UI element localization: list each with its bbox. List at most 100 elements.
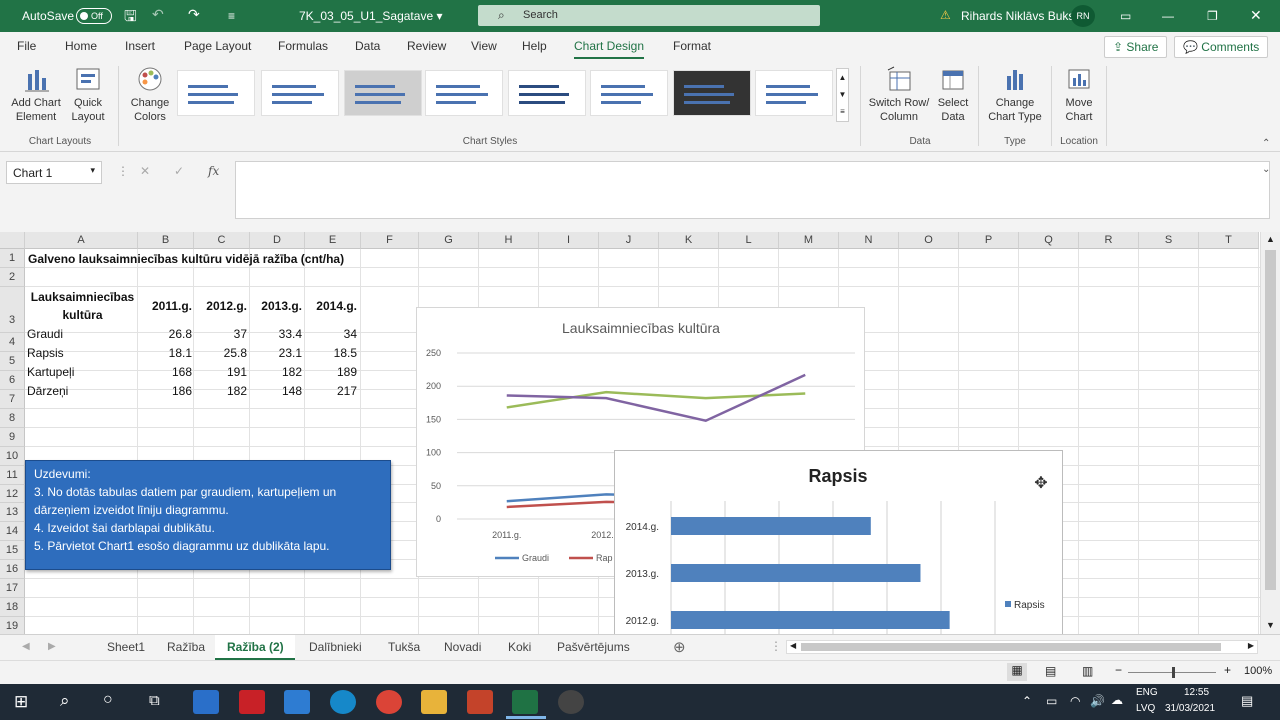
- column-header-e[interactable]: E: [305, 232, 361, 249]
- sheet-tab-tuksa[interactable]: Tukša: [388, 640, 420, 654]
- lang-primary[interactable]: ENG: [1136, 687, 1158, 698]
- chart-style-1[interactable]: [177, 70, 255, 116]
- share-button[interactable]: ⇪ Share: [1104, 36, 1168, 58]
- row-header-6[interactable]: 6: [0, 371, 25, 390]
- sheet-tab-pasvertejums[interactable]: Pašvērtējums: [557, 640, 630, 654]
- select-data-button[interactable]: Select Data: [934, 66, 972, 124]
- task-textbox[interactable]: Uzdevumi: 3. No dotās tabulas datiem par…: [25, 460, 391, 570]
- customize-qat-icon[interactable]: ≡: [228, 9, 235, 23]
- menu-data[interactable]: Data: [355, 39, 380, 53]
- tray-onedrive-icon[interactable]: ☁: [1111, 693, 1123, 707]
- row-header-1[interactable]: 1: [0, 249, 25, 268]
- row-header-3[interactable]: 3: [0, 287, 25, 333]
- prev-sheet-icon[interactable]: ◀: [22, 641, 30, 652]
- cell-a5[interactable]: Rapsis: [27, 346, 64, 360]
- row-header-13[interactable]: 13: [0, 503, 25, 522]
- cell-a3-header-line1[interactable]: Lauksaimniecības: [27, 290, 138, 304]
- add-chart-element-button[interactable]: Add Chart Element: [6, 66, 66, 124]
- sheet-tab-sheet1[interactable]: Sheet1: [107, 640, 145, 654]
- switch-row-column-button[interactable]: Switch Row/ Column: [866, 66, 932, 124]
- column-header-r[interactable]: R: [1079, 232, 1139, 249]
- row-header-2[interactable]: 2: [0, 268, 25, 287]
- cell-c5[interactable]: 25.8: [193, 346, 247, 360]
- zoom-out-icon[interactable]: −: [1115, 663, 1122, 677]
- chart-style-2[interactable]: [261, 70, 339, 116]
- menu-help[interactable]: Help: [522, 39, 547, 53]
- row-header-17[interactable]: 17: [0, 579, 25, 598]
- enter-icon[interactable]: ✓: [174, 164, 184, 178]
- ribbon-display-icon[interactable]: ▭: [1120, 9, 1131, 23]
- menu-chart-design[interactable]: Chart Design: [574, 39, 645, 59]
- cell-a6[interactable]: Kartupeļi: [27, 365, 74, 379]
- cancel-icon[interactable]: ✕: [140, 164, 150, 178]
- cell-d5[interactable]: 23.1: [248, 346, 302, 360]
- cell-c3-header[interactable]: 2012.g.: [195, 299, 247, 313]
- search-input[interactable]: ⌕ Search: [478, 5, 820, 26]
- save-icon[interactable]: 🖫: [124, 6, 137, 31]
- cell-a4[interactable]: Graudi: [27, 327, 63, 341]
- store-icon[interactable]: [284, 690, 310, 714]
- chart-style-5[interactable]: [508, 70, 586, 116]
- column-header-b[interactable]: B: [138, 232, 194, 249]
- file-explorer-icon[interactable]: [421, 690, 447, 714]
- cortana-icon[interactable]: ○: [103, 691, 113, 709]
- chart-style-8[interactable]: [755, 70, 833, 116]
- column-header-i[interactable]: I: [539, 232, 599, 249]
- clock-time[interactable]: 12:55: [1184, 687, 1209, 698]
- quick-layout-button[interactable]: Quick Layout: [66, 66, 110, 124]
- chart-styles-scroll[interactable]: ▲ ▼ ≡: [836, 68, 849, 122]
- cell-e7[interactable]: 217: [303, 384, 357, 398]
- excel-icon[interactable]: [512, 690, 538, 714]
- chart-style-4[interactable]: [425, 70, 503, 116]
- row-header-11[interactable]: 11: [0, 466, 25, 485]
- cell-d3-header[interactable]: 2013.g.: [250, 299, 302, 313]
- cell-a3-header-line2[interactable]: kultūra: [27, 308, 138, 322]
- row-header-9[interactable]: 9: [0, 428, 25, 447]
- row-header-8[interactable]: 8: [0, 409, 25, 428]
- file-name[interactable]: 7K_03_05_U1_Sagatave ▾: [299, 9, 442, 23]
- warning-icon[interactable]: ⚠: [940, 8, 951, 22]
- column-header-h[interactable]: H: [479, 232, 539, 249]
- cell-b3-header[interactable]: 2011.g.: [140, 299, 192, 313]
- tabs-splitter-icon[interactable]: ⋮: [770, 639, 782, 653]
- search-icon[interactable]: ⌕: [60, 691, 70, 711]
- collapse-ribbon-icon[interactable]: ⌃: [1262, 138, 1270, 149]
- tray-battery-icon[interactable]: ▭: [1046, 694, 1057, 708]
- task-view-icon[interactable]: ⧉: [149, 692, 160, 709]
- next-sheet-icon[interactable]: ▶: [48, 641, 56, 652]
- cell-d7[interactable]: 148: [248, 384, 302, 398]
- row-header-7[interactable]: 7: [0, 390, 25, 409]
- bar-2012.g.[interactable]: [671, 611, 950, 629]
- cell-c4[interactable]: 37: [193, 327, 247, 341]
- row-header-18[interactable]: 18: [0, 598, 25, 617]
- row-header-4[interactable]: 4: [0, 333, 25, 352]
- row-header-10[interactable]: 10: [0, 447, 25, 466]
- restore-icon[interactable]: ❐: [1207, 9, 1218, 23]
- column-header-d[interactable]: D: [250, 232, 305, 249]
- menu-home[interactable]: Home: [65, 39, 97, 53]
- page-layout-view-icon[interactable]: ▤: [1045, 664, 1056, 678]
- undo-icon[interactable]: ↶: [152, 6, 164, 23]
- column-header-g[interactable]: G: [419, 232, 479, 249]
- chrome-icon[interactable]: [376, 690, 402, 714]
- sheet-tab-raziba-2[interactable]: Ražība (2): [227, 640, 284, 654]
- cell-a1-title[interactable]: Galveno lauksaimniecības kultūru vidējā …: [28, 252, 344, 266]
- row-header-12[interactable]: 12: [0, 485, 25, 503]
- menu-view[interactable]: View: [471, 39, 497, 53]
- add-sheet-icon[interactable]: ⊕: [673, 638, 686, 656]
- redo-icon[interactable]: ↷: [188, 6, 200, 23]
- cell-a7[interactable]: Dārzeņi: [27, 384, 68, 398]
- autosave-toggle[interactable]: Off: [76, 8, 112, 24]
- select-all[interactable]: [0, 232, 25, 249]
- column-header-s[interactable]: S: [1139, 232, 1199, 249]
- tray-network-icon[interactable]: ◠: [1070, 694, 1080, 708]
- column-header-k[interactable]: K: [659, 232, 719, 249]
- powerpoint-icon[interactable]: [467, 690, 493, 714]
- move-chart-button[interactable]: Move Chart: [1056, 66, 1102, 124]
- menu-page-layout[interactable]: Page Layout: [184, 39, 251, 53]
- zoom-in-icon[interactable]: +: [1224, 663, 1231, 677]
- change-chart-type-button[interactable]: Change Chart Type: [984, 66, 1046, 124]
- menu-review[interactable]: Review: [407, 39, 446, 53]
- menu-insert[interactable]: Insert: [125, 39, 155, 53]
- cell-d6[interactable]: 182: [248, 365, 302, 379]
